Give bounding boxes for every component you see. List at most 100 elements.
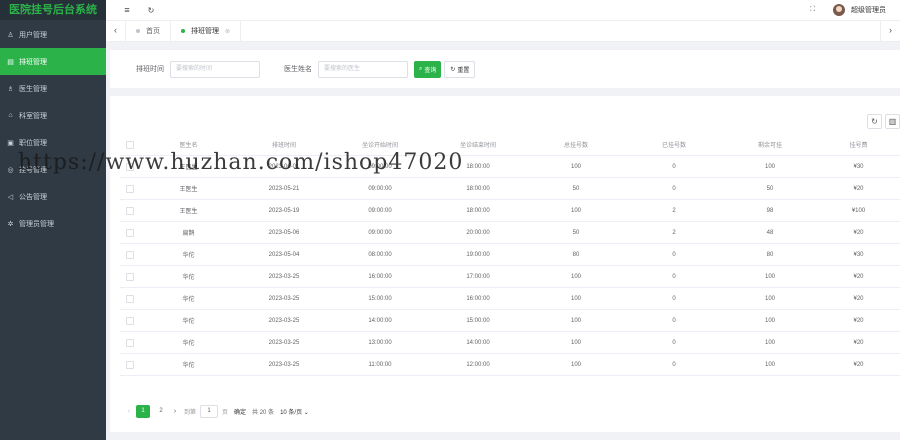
table-refresh-icon[interactable]: ↻ [867,114,882,129]
admin-name[interactable]: 超级管理员 [851,5,886,15]
column-settings-icon[interactable]: ▥ [885,114,900,129]
table-row[interactable]: 华佗 2023-03-25 14:00:00 15:00:00 100 0 100 ¥20 [120,310,900,332]
doctor-name-input[interactable]: 要搜索的医生 [318,60,408,78]
cell-registered: 0 [672,317,676,324]
sidebar-item-1[interactable]: ♙ 用户管理 [0,21,106,48]
tab-dot-icon [136,29,140,33]
schedule-time-input[interactable]: 要搜索的时间 [170,60,260,78]
row-select-cell [120,294,140,303]
next-page-icon[interactable]: › [170,408,180,415]
header-right: ⛶ 超级管理员 [810,4,900,16]
goto-confirm-button[interactable]: 确定 [234,407,246,416]
sidebar-item-label: 管理员管理 [19,220,54,228]
table-row[interactable]: 王医生 2023-05-19 09:00:00 18:00:00 100 2 98 ¥100 [120,200,900,222]
reset-button[interactable]: ↻ 重置 [444,60,476,78]
cell-remaining: 100 [764,361,775,368]
row-checkbox[interactable] [126,250,134,259]
column-header-end-time: 坐诊结束时间 [459,143,496,149]
cell-fee: ¥30 [853,251,864,258]
table-row[interactable]: 华佗 2023-03-25 11:00:00 12:00:00 100 0 100 ¥20 [120,354,900,376]
cell-registered: 0 [672,251,676,258]
sidebar-item-3[interactable]: ♗ 医生管理 [0,75,106,102]
cell-total-slots: 100 [570,207,581,214]
cell-end-time: 18:00:00 [466,185,490,192]
sidebar-item-7[interactable]: ◁ 公告管理 [0,183,106,210]
cell-doctor-name: 扁鹊 [182,231,195,237]
cell-schedule-date: 2023-05-19 [268,207,300,214]
row-checkbox[interactable] [126,228,134,237]
cell-fee: ¥100 [851,207,866,214]
select-all-checkbox[interactable] [126,140,134,149]
cell-schedule-date: 2023-05-06 [268,229,300,236]
cell-total-slots: 100 [570,361,581,368]
cell-registered: 0 [672,163,676,170]
row-checkbox[interactable] [126,272,134,281]
refresh-page-icon[interactable]: ↻ [144,6,158,15]
row-checkbox[interactable] [126,206,134,215]
avatar[interactable] [833,4,845,16]
tab-close-icon[interactable]: ⊗ [225,28,230,35]
table-row[interactable]: 华佗 2023-03-25 13:00:00 14:00:00 100 0 100 ¥20 [120,332,900,354]
sidebar-item-label: 用户管理 [19,31,47,39]
page-1-button[interactable]: 1 [136,405,150,418]
menu-toggle-icon[interactable]: ≡ [120,5,134,15]
cell-start-time: 11:00:00 [368,361,392,368]
tab-bar: ‹ 首页 排班管理 ⊗ › [106,20,900,42]
pagination: ‹ 1 2 › 到第 1 页 确定 共 20 条 10 条/页 ⌄ [124,405,309,418]
row-checkbox[interactable] [126,294,134,303]
user-icon: ♙ [7,31,14,39]
search-button[interactable]: ⌕ 查询 [414,60,442,78]
cell-fee: ¥30 [853,163,864,170]
cell-total-slots: 100 [570,317,581,324]
column-header-fee: 挂号费 [849,143,868,149]
doctor-icon: ♗ [7,85,14,93]
row-checkbox[interactable] [126,316,134,325]
sidebar-item-label: 排班管理 [19,58,47,66]
cell-fee: ¥20 [853,229,864,236]
sidebar-item-2[interactable]: ▤ 排班管理 [0,48,106,75]
table-row[interactable]: 王医生 2023-05-21 09:00:00 18:00:00 50 0 50 ¥20 [120,178,900,200]
cell-remaining: 100 [764,317,775,324]
cell-total-slots: 50 [572,229,580,236]
table-row[interactable]: 华佗 2023-05-04 08:00:00 19:00:00 80 0 80 ¥30 [120,244,900,266]
cell-end-time: 12:00:00 [466,361,490,368]
page-2-button[interactable]: 2 [154,405,168,418]
cell-end-time: 17:00:00 [466,273,490,280]
tab-schedule[interactable]: 排班管理 ⊗ [171,20,242,42]
cell-total-slots: 100 [570,273,581,280]
fullscreen-icon[interactable]: ⛶ [810,6,815,14]
app-logo-title: 医院挂号后台系统 [0,0,106,20]
cell-fee: ¥20 [853,317,864,324]
watermark: https://www.huzhan.com/ishop47020 [18,150,464,175]
cell-total-slots: 100 [570,339,581,346]
cell-start-time: 09:00:00 [368,207,392,214]
cell-total-slots: 50 [572,185,580,192]
row-checkbox[interactable] [126,360,134,369]
row-checkbox[interactable] [126,338,134,347]
tab-scroll-left-icon[interactable]: ‹ [106,20,126,42]
sidebar-item-8[interactable]: ✲ 管理员管理 [0,210,106,237]
cell-start-time: 08:00:00 [368,251,392,258]
cell-schedule-date: 2023-03-25 [268,339,300,346]
cell-fee: ¥20 [853,361,864,368]
prev-page-icon[interactable]: ‹ [124,408,134,415]
tab-home[interactable]: 首页 [126,20,171,42]
sidebar-item-label: 职位管理 [19,139,47,147]
cell-remaining: 100 [764,339,775,346]
table-row[interactable]: 扁鹊 2023-05-06 09:00:00 20:00:00 50 2 48 ¥20 [120,222,900,244]
tab-scroll-right-icon[interactable]: › [880,20,900,42]
cell-fee: ¥20 [853,339,864,346]
row-select-cell [120,206,140,215]
sidebar-item-4[interactable]: ⌂ 科室管理 [0,102,106,129]
cell-schedule-date: 2023-05-21 [268,185,300,192]
row-select-cell [120,228,140,237]
table-row[interactable]: 华佗 2023-03-25 16:00:00 17:00:00 100 0 100 ¥20 [120,266,900,288]
table-tools: ↻ ▥ [864,114,900,129]
row-select-cell [120,316,140,325]
goto-page-input[interactable]: 1 [200,405,219,418]
page-size-select[interactable]: 10 条/页 ⌄ [280,407,309,416]
cell-doctor-name: 华佗 [182,363,195,369]
total-count: 共 20 条 [252,410,275,416]
table-row[interactable]: 华佗 2023-03-25 15:00:00 16:00:00 100 0 100 ¥20 [120,288,900,310]
row-checkbox[interactable] [126,184,134,193]
